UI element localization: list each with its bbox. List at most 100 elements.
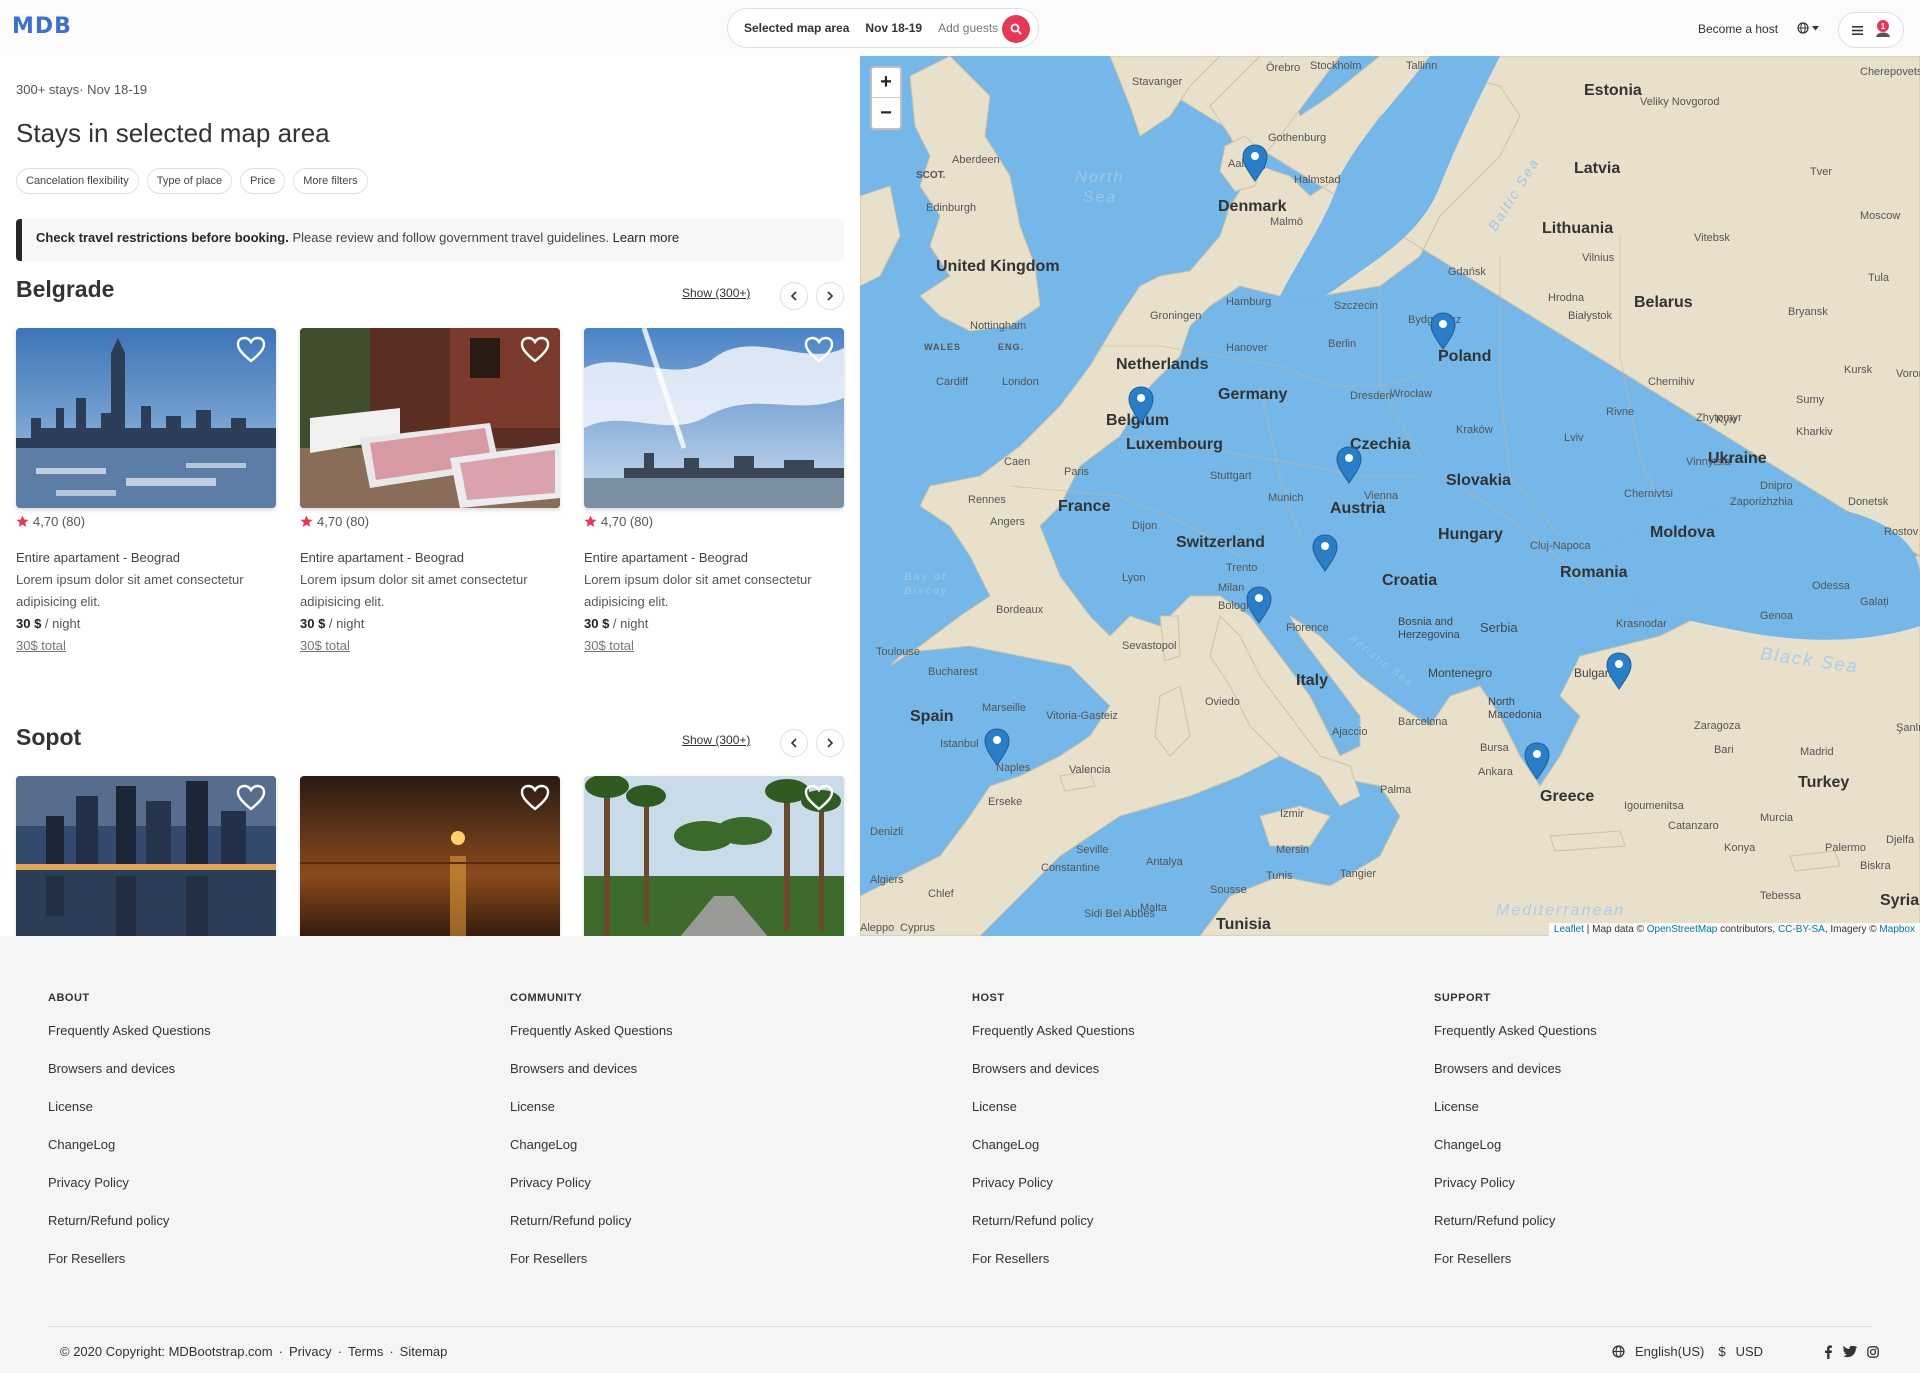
footer-link[interactable]: License [510,1096,673,1134]
map-label-country: Germany [1218,386,1288,403]
prev-button[interactable] [780,282,808,310]
footer-link[interactable]: For Resellers [972,1248,1135,1286]
map-label-city: Aleppo [860,922,895,934]
zoom-in-button[interactable]: + [872,68,900,98]
learn-more-link[interactable]: Learn more [613,230,679,245]
footer-link[interactable]: For Resellers [1434,1248,1597,1286]
footer-link[interactable]: License [972,1096,1135,1134]
footer-link[interactable]: Browsers and devices [48,1058,211,1096]
listing-photo[interactable] [300,328,560,508]
footer-link[interactable]: Browsers and devices [1434,1058,1597,1096]
footer-link[interactable]: Frequently Asked Questions [510,1020,673,1058]
search-bar[interactable]: Selected map area Nov 18-19 Add guests [727,8,1039,48]
language-dropdown[interactable] [1797,19,1827,37]
terms-link[interactable]: Terms [348,1344,383,1359]
filter-type-of-place[interactable]: Type of place [146,168,233,194]
listing-card[interactable]: 4,70 (80) Entire apartament - Beograd Lo… [16,328,276,657]
user-menu[interactable]: 1 [1838,12,1904,48]
show-all-belgrade[interactable]: Show (300+) [682,286,750,300]
map-label-city: ENG. [998,342,1025,352]
search-guests[interactable]: Add guests [938,21,998,35]
footer-link[interactable]: Return/Refund policy [510,1210,673,1248]
listing-photo[interactable] [584,328,844,508]
search-button[interactable] [1002,15,1030,43]
twitter-icon[interactable] [1843,1345,1858,1358]
footer-link[interactable]: Return/Refund policy [972,1210,1135,1248]
map-marker-icon[interactable] [1128,386,1154,424]
footer-link[interactable]: ChangeLog [1434,1134,1597,1172]
listing-total[interactable]: 30$ total [584,635,844,657]
footer-link[interactable]: Privacy Policy [510,1172,673,1210]
listing-photo[interactable] [16,328,276,508]
currency-selector[interactable]: USD [1736,1344,1763,1359]
footer-link[interactable]: Privacy Policy [48,1172,211,1210]
listing-card[interactable] [300,776,560,936]
footer-link[interactable]: Frequently Asked Questions [972,1020,1135,1058]
footer-link[interactable]: License [1434,1096,1597,1134]
zoom-out-button[interactable]: − [872,98,900,128]
sitemap-link[interactable]: Sitemap [400,1344,448,1359]
map-marker-icon[interactable] [1242,144,1268,182]
footer-link[interactable]: ChangeLog [48,1134,211,1172]
listing-photo[interactable] [300,776,560,936]
heart-icon[interactable] [236,784,266,812]
next-button[interactable] [816,282,844,310]
map-label-city: Florence [1286,622,1329,634]
footer-link[interactable]: Browsers and devices [972,1058,1135,1096]
next-button[interactable] [816,729,844,757]
mapbox-link[interactable]: Mapbox [1879,924,1915,935]
map-marker-icon[interactable] [1524,742,1550,780]
show-all-sopot[interactable]: Show (300+) [682,733,750,747]
footer-link[interactable]: ChangeLog [972,1134,1135,1172]
listing-photo[interactable] [584,776,844,936]
map-label-city: Donetsk [1848,496,1889,508]
heart-icon[interactable] [804,784,834,812]
map-marker-icon[interactable] [1312,534,1338,572]
facebook-icon[interactable] [1823,1344,1833,1359]
instagram-icon[interactable] [1867,1345,1879,1358]
search-area[interactable]: Selected map area [744,21,849,35]
logo[interactable]: MDB [12,14,72,39]
footer-link[interactable]: For Resellers [510,1248,673,1286]
filter-price[interactable]: Price [240,168,286,194]
heart-icon[interactable] [520,336,550,364]
heart-icon[interactable] [236,336,266,364]
footer-link[interactable]: Browsers and devices [510,1058,673,1096]
footer-link[interactable]: Privacy Policy [972,1172,1135,1210]
license-link[interactable]: CC-BY-SA [1778,924,1825,935]
listing-card[interactable] [16,776,276,936]
footer-link[interactable]: Frequently Asked Questions [48,1020,211,1058]
heart-icon[interactable] [520,784,550,812]
map-marker-icon[interactable] [1246,586,1272,624]
footer-link[interactable]: License [48,1096,211,1134]
osm-link[interactable]: OpenStreetMap [1647,924,1718,935]
listing-total[interactable]: 30$ total [300,635,560,657]
listing-photo[interactable] [16,776,276,936]
map-marker-icon[interactable] [1430,312,1456,350]
leaflet-link[interactable]: Leaflet [1554,924,1584,935]
map[interactable]: + − Estonia Latvia Lithuania Denmark Uni… [860,56,1920,936]
footer-link[interactable]: Frequently Asked Questions [1434,1020,1597,1058]
map-label-city: Sumy [1796,394,1825,406]
listing-card[interactable]: 4,70 (80) Entire apartament - Beograd Lo… [300,328,560,657]
privacy-link[interactable]: Privacy [289,1344,332,1359]
map-marker-icon[interactable] [1336,446,1362,484]
map-marker-icon[interactable] [984,728,1010,766]
language-selector[interactable]: English(US) [1635,1344,1704,1359]
footer-link[interactable]: Return/Refund policy [1434,1210,1597,1248]
footer-link[interactable]: For Resellers [48,1248,211,1286]
listing-total[interactable]: 30$ total [16,635,276,657]
heart-icon[interactable] [804,336,834,364]
search-dates[interactable]: Nov 18-19 [865,21,922,35]
footer-link[interactable]: Privacy Policy [1434,1172,1597,1210]
become-host-link[interactable]: Become a host [1698,22,1778,36]
filter-cancelation[interactable]: Cancelation flexibility [16,168,139,194]
footer-link[interactable]: ChangeLog [510,1134,673,1172]
map-marker-icon[interactable] [1606,652,1632,690]
map-label-country: Luxembourg [1126,436,1223,453]
footer-link[interactable]: Return/Refund policy [48,1210,211,1248]
prev-button[interactable] [780,729,808,757]
filter-more[interactable]: More filters [293,168,368,194]
listing-card[interactable]: 4,70 (80) Entire apartament - Beograd Lo… [584,328,844,657]
listing-card[interactable] [584,776,844,936]
